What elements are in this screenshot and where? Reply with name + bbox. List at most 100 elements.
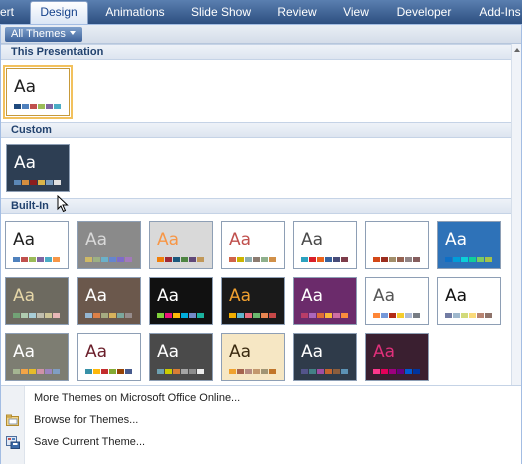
color-swatch [485, 313, 492, 318]
color-swatch [109, 257, 116, 262]
tab-view[interactable]: View [336, 0, 376, 24]
theme-thumbnail-origin[interactable]: Aa [437, 277, 501, 325]
theme-thumbnail-module[interactable]: Aa [221, 277, 285, 325]
theme-thumbnail-opulent[interactable]: Aa [293, 277, 357, 325]
theme-thumbnail-foundry[interactable]: Aa [5, 277, 69, 325]
color-swatch [253, 369, 260, 374]
color-swatch [53, 257, 60, 262]
theme-thumbnail-equity[interactable]: Aa [365, 221, 429, 269]
color-swatch [317, 369, 324, 374]
color-swatch [469, 257, 476, 262]
theme-sample-text: Aa [157, 230, 180, 250]
color-swatch [21, 369, 28, 374]
theme-sample-text: Aa [373, 342, 396, 362]
color-swatch [309, 257, 316, 262]
color-swatch [333, 313, 340, 318]
theme-color-swatches [445, 257, 493, 262]
color-swatch [93, 369, 100, 374]
theme-thumbnail-solstice[interactable]: Aa [77, 333, 141, 381]
theme-thumbnail-trek[interactable]: Aa [221, 333, 285, 381]
color-swatch [373, 313, 380, 318]
tab-review[interactable]: Review [272, 0, 322, 24]
color-swatch [485, 257, 492, 262]
scroll-up-arrow-icon[interactable] [514, 48, 520, 52]
color-swatch [389, 313, 396, 318]
color-swatch [261, 313, 268, 318]
theme-thumbnail-apex[interactable]: Aa [77, 221, 141, 269]
color-swatch [477, 257, 484, 262]
color-swatch [38, 104, 45, 109]
theme-color-swatches [301, 369, 349, 374]
tab-design[interactable]: Design [30, 1, 88, 24]
color-swatch [181, 313, 188, 318]
color-swatch [229, 369, 236, 374]
color-swatch [13, 369, 20, 374]
theme-thumbnail-median[interactable]: Aa [77, 277, 141, 325]
theme-color-swatches [373, 257, 421, 262]
color-swatch [237, 369, 244, 374]
save-current-theme-label: Save Current Theme... [34, 436, 146, 448]
color-swatch [85, 369, 92, 374]
theme-thumbnail-this-presentation-office[interactable]: Aa [3, 65, 73, 119]
color-swatch [29, 313, 36, 318]
theme-thumbnail-paper[interactable]: Aa [5, 333, 69, 381]
theme-thumbnail-verve[interactable]: Aa [365, 333, 429, 381]
theme-thumbnail-aspect[interactable]: Aa [149, 221, 213, 269]
color-swatch [189, 257, 196, 262]
theme-thumbnail-custom-1[interactable]: Aa [6, 144, 70, 192]
theme-thumbnail-civic[interactable]: Aa [221, 221, 285, 269]
theme-thumbnail-urban[interactable]: Aa [293, 333, 357, 381]
theme-color-swatches [229, 369, 277, 374]
color-swatch [101, 313, 108, 318]
theme-sample-text: Aa [14, 153, 37, 173]
color-swatch [13, 313, 20, 318]
color-swatch [301, 257, 308, 262]
color-swatch [165, 369, 172, 374]
color-swatch [14, 180, 21, 185]
browse-themes-label: Browse for Themes... [34, 414, 139, 426]
color-swatch [14, 104, 21, 109]
color-swatch [125, 369, 132, 374]
tab-animations[interactable]: Animations [98, 0, 172, 24]
theme-sample-text: Aa [373, 230, 396, 250]
color-swatch [445, 313, 452, 318]
color-swatch [46, 180, 53, 185]
theme-thumbnail-flow[interactable]: Aa [437, 221, 501, 269]
tab-insert[interactable]: ert [0, 0, 18, 24]
color-swatch [445, 257, 452, 262]
section-this-presentation: This Presentation [1, 44, 511, 60]
color-swatch [21, 257, 28, 262]
color-swatch [173, 369, 180, 374]
color-swatch [45, 369, 52, 374]
theme-thumbnail-office-theme[interactable]: Aa [5, 221, 69, 269]
color-swatch [125, 257, 132, 262]
all-themes-dropdown[interactable]: All Themes [5, 27, 82, 42]
theme-thumbnail-metro[interactable]: Aa [149, 277, 213, 325]
browse-themes-item[interactable]: Browse for Themes... [1, 411, 521, 431]
more-themes-online-item[interactable]: More Themes on Microsoft Office Online..… [1, 389, 521, 409]
color-swatch [30, 180, 37, 185]
color-swatch [245, 313, 252, 318]
tab-slide-show[interactable]: Slide Show [185, 0, 257, 24]
color-swatch [29, 369, 36, 374]
theme-sample-text: Aa [301, 342, 324, 362]
theme-thumbnail-oriel[interactable]: Aa [365, 277, 429, 325]
theme-thumbnail-concourse[interactable]: Aa [293, 221, 357, 269]
color-swatch [333, 369, 340, 374]
save-current-theme-item[interactable]: Save Current Theme... [1, 433, 521, 453]
tab-developer[interactable]: Developer [390, 0, 458, 24]
color-swatch [117, 257, 124, 262]
color-swatch [109, 313, 116, 318]
theme-sample-text: Aa [85, 230, 108, 250]
color-swatch [117, 313, 124, 318]
theme-color-swatches [373, 369, 421, 374]
color-swatch [253, 313, 260, 318]
color-swatch [229, 313, 236, 318]
gallery-scrollbar[interactable] [511, 44, 521, 406]
color-swatch [253, 257, 260, 262]
color-swatch [189, 369, 196, 374]
tab-add-ins[interactable]: Add-Ins [472, 0, 522, 24]
color-swatch [261, 257, 268, 262]
theme-thumbnail-technic[interactable]: Aa [149, 333, 213, 381]
theme-color-swatches [301, 313, 349, 318]
